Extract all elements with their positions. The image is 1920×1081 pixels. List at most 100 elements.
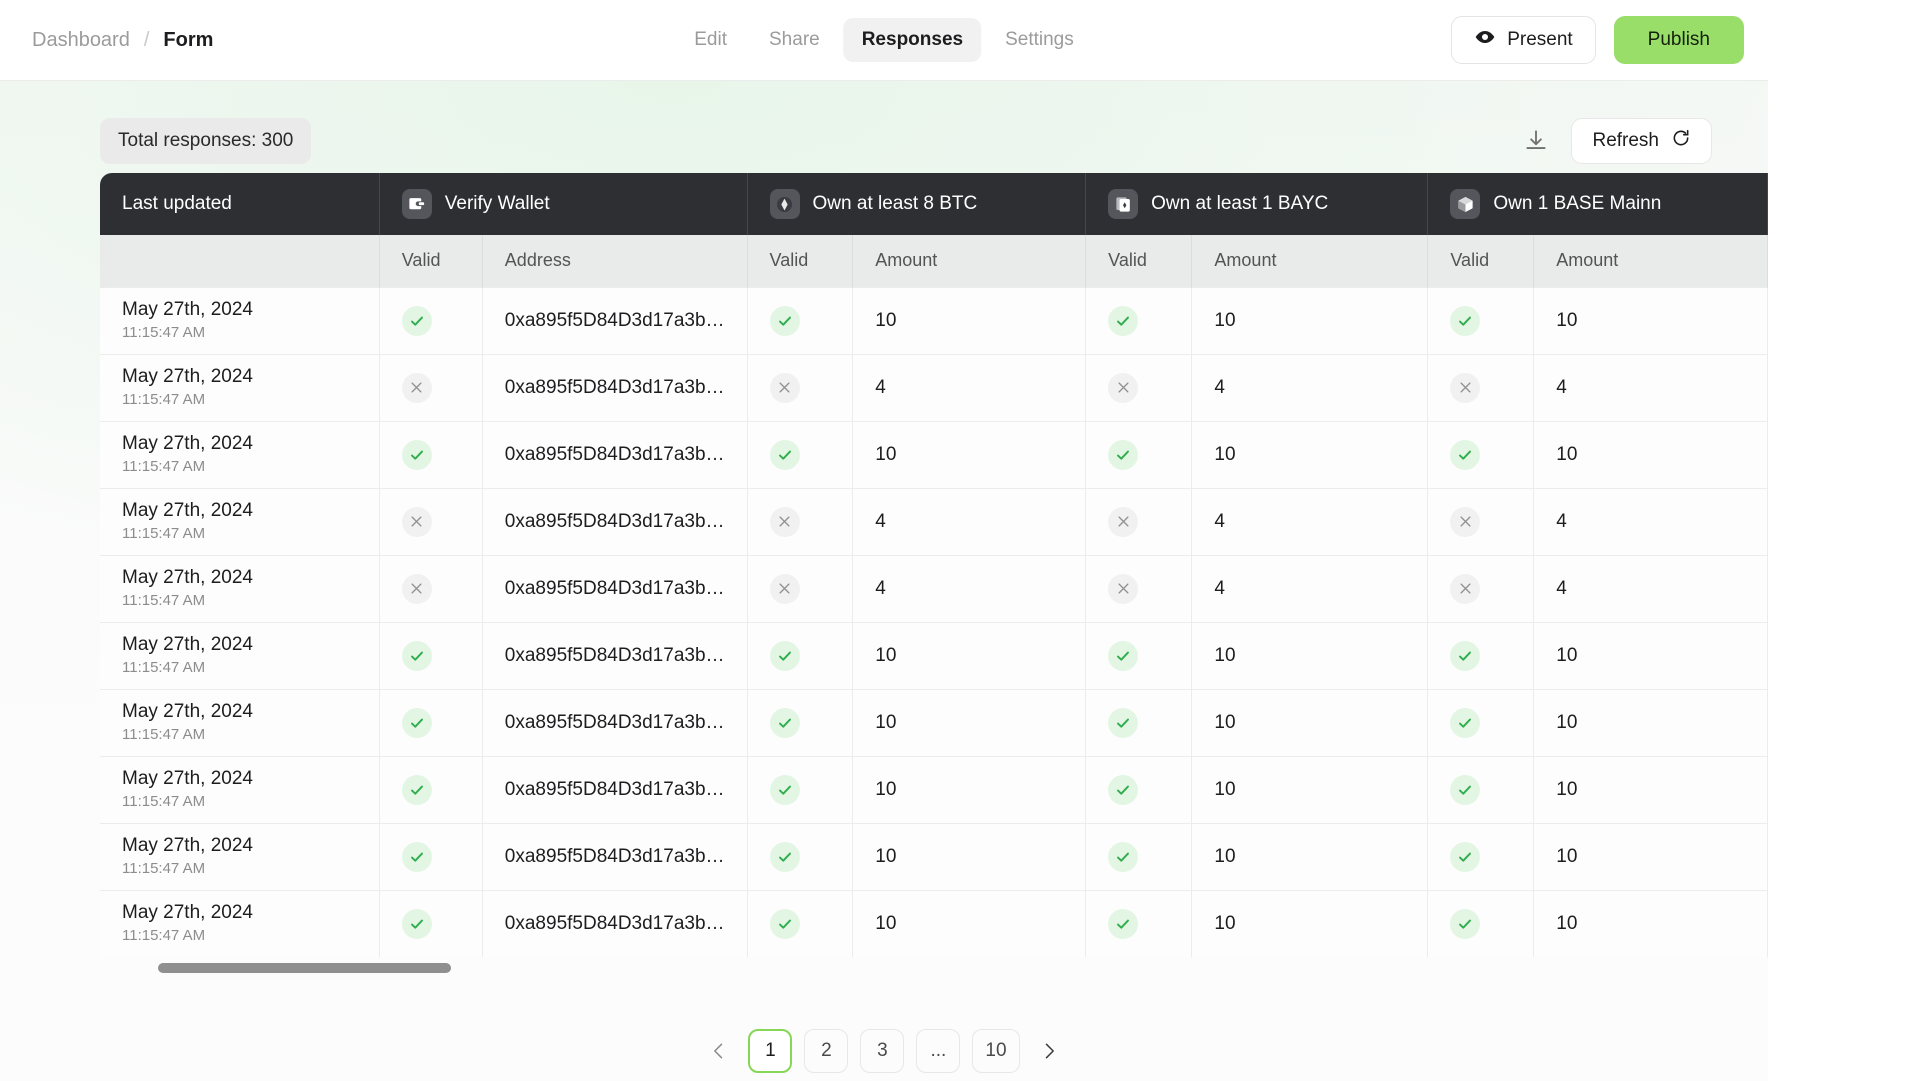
horizontal-scrollbar-track[interactable] [100,963,1768,973]
breadcrumb-current: Form [163,28,214,51]
cell-bayc-valid [1085,889,1193,957]
tab-responses[interactable]: Responses [843,18,982,62]
row-date: May 27th, 2024 [122,902,253,924]
chevron-right-icon[interactable] [1032,1030,1066,1072]
cell-base-amount: 4 [1533,487,1768,555]
cell-wallet-valid [379,621,483,689]
cube-icon [1450,189,1481,219]
cell-bayc-valid [1085,353,1193,421]
cell-wallet-address: 0xa895f5D84D3d17a3b… [482,554,748,622]
check-icon [1108,305,1139,336]
cell-bayc-amount: 10 [1191,889,1429,957]
subheader-wallet-address: Address [482,235,748,287]
cell-btc-valid [747,420,854,488]
row-date: May 27th, 2024 [122,768,253,790]
cross-icon [401,506,432,537]
check-icon [1108,707,1139,738]
cell-btc-amount: 10 [852,822,1087,890]
cell-btc-valid [747,688,854,756]
tab-settings[interactable]: Settings [987,18,1092,62]
check-icon [1108,439,1139,470]
cell-bayc-amount: 4 [1191,353,1429,421]
table-row[interactable]: May 27th, 2024 11:15:47 AM 0xa895f5D84D3d1… [100,554,1768,622]
table-row[interactable]: May 27th, 2024 11:15:47 AM 0xa895f5D84D3d1… [100,688,1768,756]
cell-bayc-amount: 10 [1191,286,1429,354]
table-row[interactable]: May 27th, 2024 11:15:47 AM 0xa895f5D84D3d1… [100,487,1768,555]
table-row[interactable]: May 27th, 2024 11:15:47 AM 0xa895f5D84D3d1… [100,822,1768,890]
cell-wallet-valid [379,688,483,756]
pagination-page-10[interactable]: 10 [972,1029,1020,1073]
check-icon [1450,305,1481,336]
row-time: 11:15:47 AM [122,859,206,877]
check-icon [769,908,800,939]
pagination-page-2[interactable]: 2 [804,1029,849,1073]
cell-last-updated: May 27th, 2024 11:15:47 AM [100,755,380,823]
cell-bayc-valid [1085,286,1193,354]
cell-wallet-valid [379,755,483,823]
cell-bayc-valid [1085,822,1193,890]
chevron-left-icon[interactable] [702,1030,736,1072]
table-row[interactable]: May 27th, 2024 11:15:47 AM 0xa895f5D84D3d1… [100,420,1768,488]
cell-btc-valid [747,353,854,421]
pagination-page-1[interactable]: 1 [748,1029,793,1073]
pagination-page-3[interactable]: 3 [860,1029,905,1073]
row-time: 11:15:47 AM [122,390,206,408]
cell-bayc-amount: 10 [1191,822,1429,890]
toolbar-actions: Refresh [1519,118,1732,164]
table-row[interactable]: May 27th, 2024 11:15:47 AM 0xa895f5D84D3d1… [100,353,1768,421]
cell-bayc-valid [1085,755,1193,823]
row-time: 11:15:47 AM [122,457,206,475]
cell-wallet-address: 0xa895f5D84D3d17a3b… [482,353,748,421]
cross-icon [769,573,800,604]
download-icon[interactable] [1519,124,1553,158]
cell-base-amount: 10 [1533,889,1768,957]
table-row[interactable]: May 27th, 2024 11:15:47 AM 0xa895f5D84D3d1… [100,755,1768,823]
cell-wallet-valid [379,889,483,957]
check-icon [769,707,800,738]
table-row[interactable]: May 27th, 2024 11:15:47 AM 0xa895f5D84D3d1… [100,889,1768,957]
table-row[interactable]: May 27th, 2024 11:15:47 AM 0xa895f5D84D3d1… [100,621,1768,689]
subheader-base-valid: Valid [1427,235,1535,287]
cross-icon [769,506,800,537]
cell-base-amount: 10 [1533,822,1768,890]
table-row[interactable]: May 27th, 2024 11:15:47 AM 0xa895f5D84D3d1… [100,286,1768,354]
total-responses-badge: Total responses: 300 [100,118,312,164]
check-icon [769,305,800,336]
refresh-button[interactable]: Refresh [1571,118,1712,164]
subheader-wallet-valid: Valid [379,235,483,287]
cell-wallet-valid [379,554,483,622]
cell-wallet-valid [379,420,483,488]
top-bar-actions: Present Publish [1451,16,1744,64]
refresh-icon [1671,128,1691,154]
cell-btc-valid [747,286,854,354]
wallet-icon [401,189,432,219]
horizontal-scrollbar-thumb[interactable] [158,963,451,973]
row-time: 11:15:47 AM [122,927,206,945]
cell-last-updated: May 27th, 2024 11:15:47 AM [100,621,380,689]
cell-bayc-amount: 4 [1191,554,1429,622]
cell-base-valid [1427,822,1535,890]
publish-button[interactable]: Publish [1613,16,1744,64]
group-header-verify-wallet: Verify Wallet [379,173,748,235]
cell-btc-amount: 10 [852,621,1087,689]
cell-btc-amount: 10 [852,420,1087,488]
cell-base-amount: 10 [1533,420,1768,488]
row-date: May 27th, 2024 [122,500,253,522]
tab-edit[interactable]: Edit [676,18,745,62]
cell-base-valid [1427,688,1535,756]
check-icon [401,707,432,738]
cell-base-valid [1427,621,1535,689]
present-label: Present [1507,29,1573,50]
cell-wallet-address: 0xa895f5D84D3d17a3b… [482,889,748,957]
table-subheader-row: Valid Address Valid Amount Valid Amount … [100,235,1768,287]
tab-share[interactable]: Share [751,18,838,62]
breadcrumb: Dashboard / Form [32,29,213,52]
pagination-ellipsis[interactable]: ... [916,1029,961,1073]
present-button[interactable]: Present [1451,16,1596,64]
row-time: 11:15:47 AM [122,658,206,676]
cell-last-updated: May 27th, 2024 11:15:47 AM [100,822,380,890]
top-navigation-bar: Dashboard / Form Edit Share Responses Se… [0,0,1768,81]
cell-bayc-amount: 10 [1191,755,1429,823]
breadcrumb-dashboard[interactable]: Dashboard [32,29,130,52]
cell-btc-valid [747,621,854,689]
